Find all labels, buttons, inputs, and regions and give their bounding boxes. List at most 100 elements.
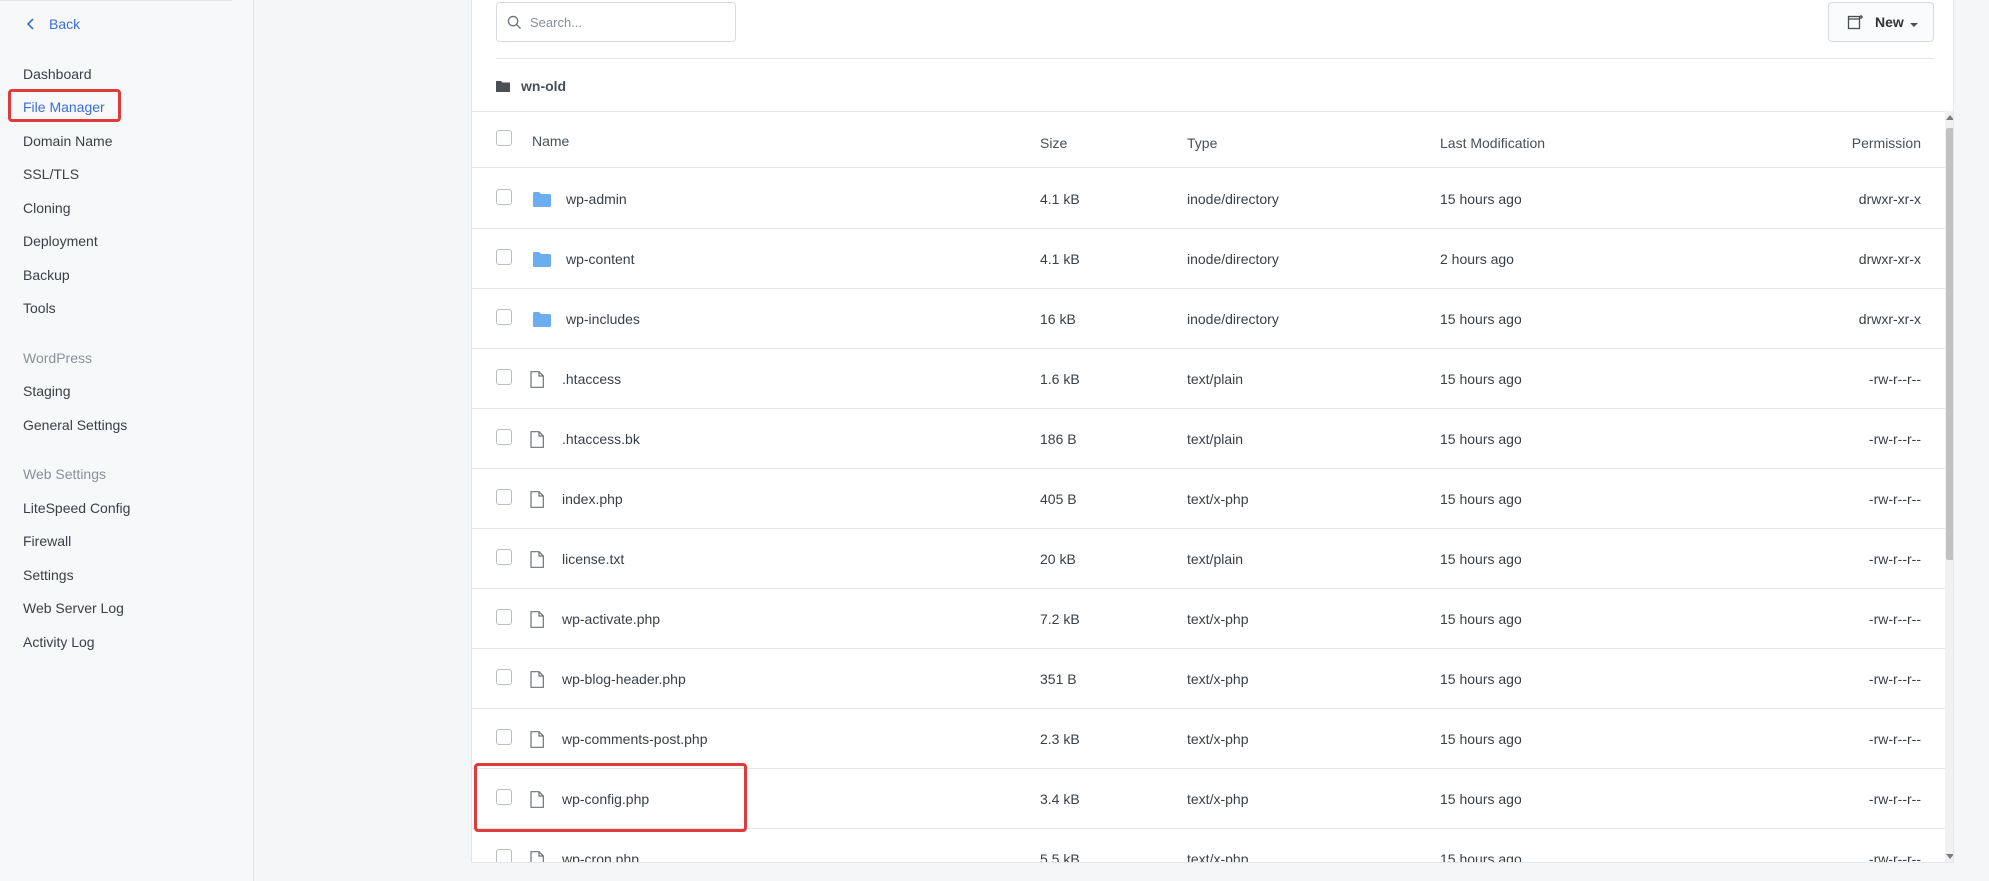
header-size[interactable]: Size bbox=[1040, 134, 1067, 152]
row-checkbox[interactable] bbox=[496, 369, 512, 385]
sidebar-item-activity-log[interactable]: Activity Log bbox=[23, 632, 95, 652]
sidebar-item-dashboard[interactable]: Dashboard bbox=[23, 64, 92, 84]
back-link[interactable]: Back bbox=[24, 14, 80, 34]
select-all-checkbox[interactable] bbox=[496, 130, 512, 146]
header-last-modification[interactable]: Last Modification bbox=[1440, 134, 1545, 152]
row-checkbox[interactable] bbox=[496, 789, 512, 805]
toolbar-divider bbox=[496, 58, 1934, 59]
file-icon bbox=[530, 551, 544, 568]
sidebar-item-general-settings[interactable]: General Settings bbox=[23, 415, 127, 435]
sidebar-item-litespeed-config[interactable]: LiteSpeed Config bbox=[23, 498, 130, 518]
file-name[interactable]: wp-includes bbox=[566, 309, 640, 329]
file-type: text/plain bbox=[1187, 551, 1244, 567]
file-icon bbox=[530, 671, 544, 688]
table-row[interactable]: wp-config.php 3.4 kB text/x-php 15 hours ag… bbox=[472, 769, 1945, 829]
sidebar-item-firewall[interactable]: Firewall bbox=[23, 531, 71, 551]
sidebar-item-ssl-tls[interactable]: SSL/TLS bbox=[23, 164, 79, 184]
file-type: text/x-php bbox=[1187, 851, 1249, 863]
file-type: inode/directory bbox=[1187, 251, 1279, 267]
file-modified: 2 hours ago bbox=[1440, 251, 1514, 267]
row-checkbox[interactable] bbox=[496, 489, 512, 505]
sidebar-item-backup[interactable]: Backup bbox=[23, 265, 70, 285]
sidebar-item-tools[interactable]: Tools bbox=[23, 298, 56, 318]
file-size: 405 B bbox=[1040, 491, 1077, 507]
table-row[interactable]: wp-cron.php 5.5 kB text/x-php 15 hours ago -… bbox=[472, 829, 1945, 863]
chevron-left-icon bbox=[26, 18, 34, 30]
sidebar-item-cloning[interactable]: Cloning bbox=[23, 198, 70, 218]
row-checkbox[interactable] bbox=[496, 669, 512, 685]
file-permission: -rw-r--r-- bbox=[1868, 851, 1921, 863]
file-type: inode/directory bbox=[1187, 311, 1279, 327]
row-checkbox[interactable] bbox=[496, 309, 512, 325]
file-name[interactable]: index.php bbox=[562, 489, 623, 509]
table-row[interactable]: .htaccess 1.6 kB text/plain 15 hours ago -rw… bbox=[472, 349, 1945, 409]
file-icon bbox=[530, 731, 544, 748]
file-permission: -rw-r--r-- bbox=[1868, 731, 1921, 747]
file-name[interactable]: .htaccess.bk bbox=[562, 429, 640, 449]
table-row[interactable]: wp-includes 16 kB inode/directory 15 hours … bbox=[472, 289, 1945, 349]
table-row[interactable]: wp-activate.php 7.2 kB text/x-php 15 hours … bbox=[472, 589, 1945, 649]
table-row[interactable]: license.txt 20 kB text/plain 15 hours ago -r… bbox=[472, 529, 1945, 589]
file-type: text/x-php bbox=[1187, 611, 1249, 627]
sidebar: Back Dashboard File Manager Domain Name … bbox=[0, 0, 254, 881]
file-name[interactable]: wp-comments-post.php bbox=[562, 729, 708, 749]
file-name[interactable]: license.txt bbox=[562, 549, 624, 569]
file-type: text/x-php bbox=[1187, 731, 1249, 747]
file-type: text/plain bbox=[1187, 431, 1244, 447]
file-size: 4.1 kB bbox=[1040, 251, 1080, 267]
breadcrumb-folder: wn-old bbox=[521, 78, 567, 94]
sidebar-item-settings[interactable]: Settings bbox=[23, 565, 74, 585]
scroll-down-arrow[interactable] bbox=[1946, 854, 1953, 859]
file-name[interactable]: wp-content bbox=[566, 249, 634, 269]
file-size: 351 B bbox=[1040, 671, 1077, 687]
file-size: 20 kB bbox=[1040, 551, 1076, 567]
breadcrumb[interactable]: wn-old bbox=[496, 76, 566, 96]
row-checkbox[interactable] bbox=[496, 189, 512, 205]
sidebar-item-staging[interactable]: Staging bbox=[23, 381, 70, 401]
row-checkbox[interactable] bbox=[496, 549, 512, 565]
row-checkbox[interactable] bbox=[496, 609, 512, 625]
table-header: Name Size Type Last Modification Permiss… bbox=[472, 112, 1945, 168]
sidebar-item-domain-name[interactable]: Domain Name bbox=[23, 131, 112, 151]
scroll-up-arrow[interactable] bbox=[1946, 115, 1953, 120]
search-input[interactable] bbox=[530, 14, 720, 30]
file-size: 3.4 kB bbox=[1040, 791, 1080, 807]
file-icon bbox=[530, 791, 544, 808]
sidebar-item-web-server-log[interactable]: Web Server Log bbox=[23, 598, 124, 618]
table-row[interactable]: index.php 405 B text/x-php 15 hours ago -rw-… bbox=[472, 469, 1945, 529]
row-checkbox[interactable] bbox=[496, 849, 512, 862]
header-type[interactable]: Type bbox=[1187, 134, 1217, 152]
table-row[interactable]: wp-content 4.1 kB inode/directory 2 hours a… bbox=[472, 229, 1945, 289]
file-modified: 15 hours ago bbox=[1440, 611, 1522, 627]
table-row[interactable]: wp-comments-post.php 2.3 kB text/x-php 15 h… bbox=[472, 709, 1945, 769]
file-size: 7.2 kB bbox=[1040, 611, 1080, 627]
file-name[interactable]: wp-activate.php bbox=[562, 609, 660, 629]
sidebar-item-file-manager[interactable]: File Manager bbox=[23, 97, 105, 117]
section-web-settings: Web Settings bbox=[23, 466, 107, 482]
file-modified: 15 hours ago bbox=[1440, 731, 1522, 747]
file-size: 2.3 kB bbox=[1040, 731, 1080, 747]
table-row[interactable]: wp-blog-header.php 351 B text/x-php 15 hour… bbox=[472, 649, 1945, 709]
row-checkbox[interactable] bbox=[496, 249, 512, 265]
search-box[interactable] bbox=[496, 2, 736, 42]
file-modified: 15 hours ago bbox=[1440, 491, 1522, 507]
sidebar-item-deployment[interactable]: Deployment bbox=[23, 231, 98, 251]
scrollbar-thumb[interactable] bbox=[1946, 128, 1953, 560]
row-checkbox[interactable] bbox=[496, 429, 512, 445]
header-name[interactable]: Name bbox=[532, 132, 569, 150]
file-name[interactable]: wp-cron.php bbox=[562, 849, 639, 862]
file-size: 4.1 kB bbox=[1040, 191, 1080, 207]
file-name[interactable]: wp-blog-header.php bbox=[562, 669, 686, 689]
file-name[interactable]: .htaccess bbox=[562, 369, 621, 389]
section-wordpress: WordPress bbox=[23, 350, 92, 366]
header-permission[interactable]: Permission bbox=[1852, 134, 1921, 152]
row-checkbox[interactable] bbox=[496, 729, 512, 745]
scrollbar[interactable] bbox=[1945, 111, 1953, 862]
caret-down-icon bbox=[1909, 23, 1918, 27]
file-name[interactable]: wp-config.php bbox=[562, 789, 649, 809]
table-row[interactable]: .htaccess.bk 186 B text/plain 15 hours ago -… bbox=[472, 409, 1945, 469]
new-button[interactable]: New bbox=[1828, 2, 1934, 42]
file-name[interactable]: wp-admin bbox=[566, 189, 627, 209]
table-row[interactable]: wp-admin 4.1 kB inode/directory 15 hours ag… bbox=[472, 169, 1945, 229]
file-icon bbox=[530, 851, 544, 862]
